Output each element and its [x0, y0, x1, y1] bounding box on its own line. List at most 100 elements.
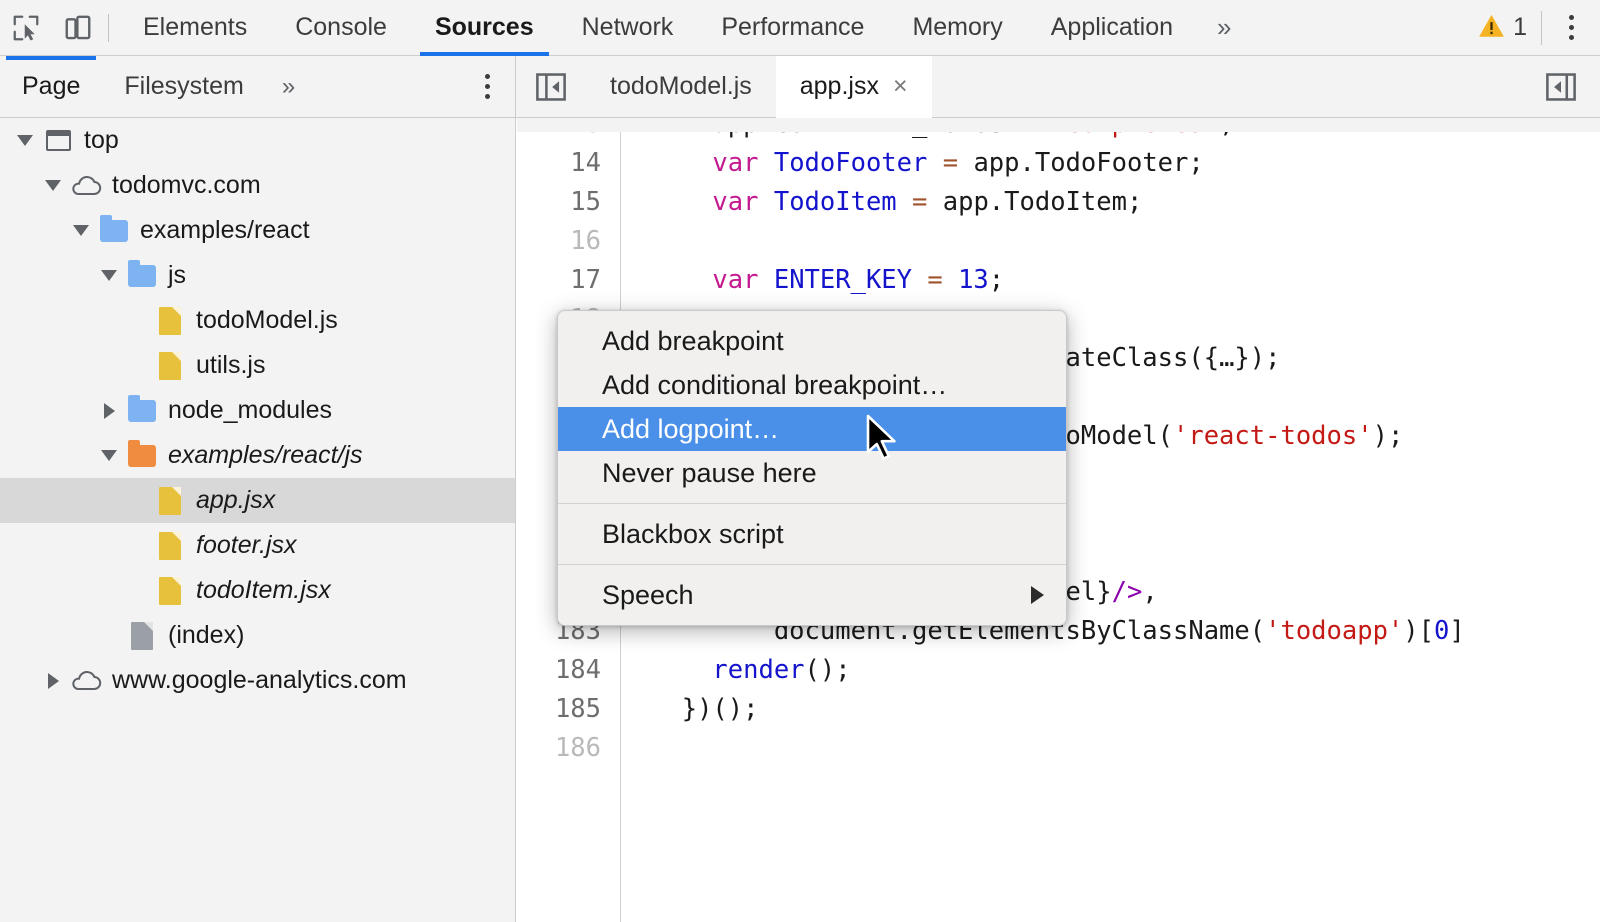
- show-debugger-icon[interactable]: [1522, 56, 1600, 118]
- tree-item-label: todoItem.jsx: [196, 576, 331, 605]
- file-js-icon: [150, 307, 190, 335]
- nav-tab-label: Filesystem: [124, 72, 243, 101]
- menu-separator: [558, 564, 1066, 565]
- chevron-down-icon[interactable]: [68, 208, 94, 253]
- kebab-menu-icon[interactable]: [1542, 0, 1600, 56]
- tree-item-label: todoModel.js: [196, 306, 338, 335]
- editor-tab-appjsx[interactable]: app.jsx ×: [776, 56, 932, 118]
- tree-item-label: todomvc.com: [112, 171, 261, 200]
- code-line: 16: [517, 221, 1600, 260]
- menu-item-never-pause-here[interactable]: Never pause here: [558, 451, 1066, 495]
- tree-item-top[interactable]: top: [0, 118, 515, 163]
- tab-label: Application: [1051, 13, 1173, 42]
- nav-tab-label: Page: [22, 72, 80, 101]
- more-panels-icon[interactable]: »: [1197, 0, 1251, 56]
- devtools-window: Elements Console Sources Network Perform…: [0, 0, 1600, 922]
- line-number[interactable]: 15: [517, 187, 601, 217]
- tree-item--index-[interactable]: (index): [0, 613, 515, 658]
- tree-item-js[interactable]: js: [0, 253, 515, 298]
- more-navigator-tabs-icon[interactable]: »: [266, 56, 311, 118]
- tab-elements[interactable]: Elements: [119, 0, 271, 56]
- tab-application[interactable]: Application: [1027, 0, 1197, 56]
- menu-item-label: Never pause here: [602, 458, 817, 489]
- warning-count: 1: [1513, 13, 1527, 42]
- tree-item-footer-jsx[interactable]: footer.jsx: [0, 523, 515, 568]
- tab-network[interactable]: Network: [558, 0, 698, 56]
- tab-performance[interactable]: Performance: [697, 0, 888, 56]
- menu-item-speech[interactable]: Speech: [558, 573, 1066, 617]
- line-number[interactable]: 17: [517, 265, 601, 295]
- editor-tab-bar: todoModel.js app.jsx ×: [516, 56, 1600, 117]
- chevron-down-icon[interactable]: [40, 163, 66, 208]
- code-line: 184 render();: [517, 650, 1600, 689]
- navigator-kebab-menu-icon[interactable]: [459, 56, 515, 118]
- main-toolbar: Elements Console Sources Network Perform…: [0, 0, 1600, 56]
- editor-tab-todomodel[interactable]: todoModel.js: [586, 56, 776, 118]
- warning-indicator[interactable]: 1: [1470, 13, 1541, 43]
- show-navigator-icon[interactable]: [516, 56, 586, 118]
- close-icon[interactable]: ×: [893, 74, 908, 99]
- more-panels-label: »: [1217, 12, 1231, 43]
- editor-tab-label: app.jsx: [800, 72, 879, 101]
- line-number[interactable]: 184: [517, 655, 601, 685]
- nav-tab-filesystem[interactable]: Filesystem: [102, 56, 265, 118]
- nav-tab-page[interactable]: Page: [0, 56, 102, 118]
- file-js-icon: [150, 487, 190, 515]
- tree-item-node-modules[interactable]: node_modules: [0, 388, 515, 433]
- twisty-placeholder: [124, 523, 150, 568]
- file-js-icon: [150, 352, 190, 380]
- menu-item-label: Speech: [602, 580, 694, 611]
- inspect-element-icon[interactable]: [0, 2, 52, 54]
- tab-memory[interactable]: Memory: [888, 0, 1026, 56]
- tree-item-todoitem-jsx[interactable]: todoItem.jsx: [0, 568, 515, 613]
- file-navigator-pane[interactable]: top todomvc.com examples/react js todoModel.…: [0, 118, 516, 922]
- tab-label: Sources: [435, 13, 534, 42]
- cloud-icon: [66, 669, 106, 693]
- chevron-down-icon[interactable]: [96, 433, 122, 478]
- menu-item-add-logpoint[interactable]: Add logpoint…: [558, 407, 1066, 451]
- tree-item-label: utils.js: [196, 351, 265, 380]
- tree-item-examples-react-js[interactable]: examples/react/js: [0, 433, 515, 478]
- tree-item-www-google-analytics-com[interactable]: www.google-analytics.com: [0, 658, 515, 703]
- menu-item-label: Add logpoint…: [602, 414, 779, 445]
- tree-item-label: examples/react/js: [168, 441, 363, 470]
- menu-item-add-conditional-breakpoint[interactable]: Add conditional breakpoint…: [558, 363, 1066, 407]
- tree-item-label: node_modules: [168, 396, 332, 425]
- menu-item-add-breakpoint[interactable]: Add breakpoint: [558, 319, 1066, 363]
- tree-item-app-jsx[interactable]: app.jsx: [0, 478, 515, 523]
- folder-blue-icon: [122, 265, 162, 287]
- tree-item-todomvc-com[interactable]: todomvc.com: [0, 163, 515, 208]
- line-number[interactable]: 14: [517, 148, 601, 178]
- line-number[interactable]: 16: [517, 226, 601, 256]
- line-number[interactable]: 185: [517, 694, 601, 724]
- editor-top-clip: [517, 118, 1600, 132]
- file-tree: top todomvc.com examples/react js todoModel.…: [0, 118, 515, 703]
- chevron-right-icon[interactable]: [40, 658, 66, 703]
- device-toolbar-icon[interactable]: [52, 2, 104, 54]
- menu-item-blackbox-script[interactable]: Blackbox script: [558, 512, 1066, 556]
- menu-item-label: Blackbox script: [602, 519, 784, 550]
- menu-separator: [558, 503, 1066, 504]
- tree-item-todomodel-js[interactable]: todoModel.js: [0, 298, 515, 343]
- tab-console[interactable]: Console: [271, 0, 411, 56]
- tree-item-label: examples/react: [140, 216, 310, 245]
- twisty-placeholder: [124, 298, 150, 343]
- chevron-right-icon[interactable]: [96, 388, 122, 433]
- toolbar-right-group: 1: [1470, 0, 1600, 56]
- chevron-down-icon[interactable]: [96, 253, 122, 298]
- line-number[interactable]: 186: [517, 733, 601, 763]
- tree-item-examples-react[interactable]: examples/react: [0, 208, 515, 253]
- code-line: 14 var TodoFooter = app.TodoFooter;: [517, 143, 1600, 182]
- toolbar-divider: [108, 14, 109, 42]
- folder-orange-icon: [122, 445, 162, 467]
- tree-item-label: top: [84, 126, 119, 155]
- tab-sources[interactable]: Sources: [411, 0, 558, 56]
- tree-item-label: js: [168, 261, 186, 290]
- twisty-placeholder: [124, 478, 150, 523]
- chevron-down-icon[interactable]: [12, 118, 38, 163]
- tree-item-utils-js[interactable]: utils.js: [0, 343, 515, 388]
- twisty-placeholder: [96, 613, 122, 658]
- code-text: var ENTER_KEY = 13;: [651, 265, 1004, 295]
- code-line: 17 var ENTER_KEY = 13;: [517, 260, 1600, 299]
- context-menu[interactable]: Add breakpointAdd conditional breakpoint…: [557, 310, 1067, 626]
